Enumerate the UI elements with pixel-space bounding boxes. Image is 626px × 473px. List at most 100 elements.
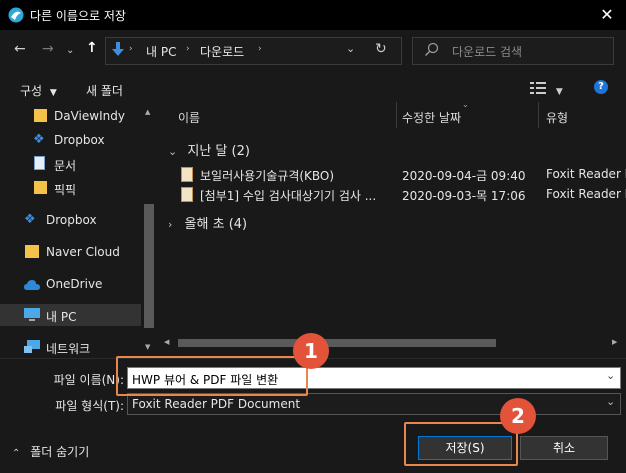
sidebar-item-label: Dropbox [54,133,105,147]
sidebar-item-dropbox-folder[interactable]: ❖ Dropbox [0,129,141,151]
filetype-label: 파일 형식(T): [55,399,124,413]
list-item[interactable]: 보일러사용기술규격(KBO) 2020-09-04-금 09:40 [178,165,568,185]
search-icon [424,42,440,58]
window-title: 다른 이름으로 저장 [30,9,126,23]
column-header-date[interactable]: 수정한 날짜 [402,109,461,126]
chevron-down-icon[interactable]: ⌄ [606,369,615,382]
sidebar-item-daviewindy[interactable]: DaViewIndy [0,105,141,127]
up-button[interactable]: ↑ [86,40,98,56]
filetype-select[interactable]: Foxit Reader PDF Document ⌄ [127,393,621,415]
sidebar-item-label: Dropbox [46,213,97,227]
sidebar-item-documents[interactable]: 문서 [0,153,141,175]
download-folder-icon [111,42,125,58]
group-label: 지난 달 (2) [187,144,250,159]
sidebar-item-label: 픽픽 [54,183,77,197]
sidebar-item-label: 문서 [54,159,77,173]
recent-locations-button[interactable]: ⌄ [66,45,74,56]
computer-icon [24,308,40,325]
chevron-down-icon: ⌄ [346,42,356,55]
cancel-button[interactable]: 취소 [520,436,608,460]
breadcrumb-item-my-pc[interactable]: 내 PC [146,43,176,60]
sort-indicator-icon: ⌄ [462,100,469,109]
list-item[interactable]: [첨부1] 수입 검사대상기기 검사 ... 2020-09-03-목 17:0… [178,185,568,205]
address-dropdown-button[interactable]: ⌄ [346,42,355,55]
breadcrumb-item-downloads[interactable]: 다운로드 [200,43,244,60]
sidebar-item-label: Naver Cloud [46,245,120,259]
organize-label: 구성 [20,84,43,98]
column-header-type[interactable]: 유형 [546,109,568,126]
hide-folders-label: 폴더 숨기기 [30,445,90,459]
filename-label: 파일 이름(N): [53,373,124,387]
chevron-right-icon: › [168,218,173,231]
navigation-pane: DaViewIndy ❖ Dropbox 문서 픽픽 ❖ Dropbox Nav… [0,102,158,358]
step-badge-2: 2 [500,398,536,434]
naver-cloud-folder-icon [25,245,39,258]
file-name: 보일러사용기술규격(KBO) [200,169,335,183]
sidebar-item-label: DaViewIndy [54,109,125,123]
forward-button[interactable]: → [42,41,54,57]
help-icon[interactable]: ? [594,80,608,94]
refresh-button[interactable]: ↻ [375,41,387,57]
search-placeholder: 다운로드 검색 [452,45,523,59]
breadcrumb-sep-icon: › [129,44,133,54]
sidebar-item-label: 네트워크 [46,342,91,356]
file-type: Foxit Reader PDF [546,187,626,201]
chevron-down-icon: ⌄ [66,45,75,56]
sidebar-item-label: 내 PC [46,310,77,324]
arrow-right-icon: → [42,41,54,57]
sidebar-item-my-pc[interactable]: 내 PC [0,304,141,326]
file-list-scrollbar-thumb[interactable] [178,339,496,347]
folder-icon [34,109,47,122]
document-icon [34,156,45,170]
sidebar-item-onedrive[interactable]: OneDrive [0,273,141,295]
breadcrumb-sep-icon: › [258,44,262,54]
network-icon [24,340,40,357]
view-options-button[interactable]: ▼ [530,82,563,97]
close-button[interactable]: ✕ [596,4,618,26]
caret-down-icon: ▼ [555,87,563,97]
chevron-down-icon[interactable]: ⌄ [606,395,615,408]
group-header-early-this-year[interactable]: › 올해 초 (4) [168,213,247,232]
highlight-filename [116,356,308,396]
scroll-left-icon[interactable]: ◀ [164,338,169,346]
arrow-up-icon: ↑ [86,40,98,56]
chevron-down-icon: ⌄ [168,145,178,158]
back-button[interactable]: ← [14,41,26,57]
cloud-icon [24,279,40,293]
sidebar-item-dropbox[interactable]: ❖ Dropbox [0,209,141,231]
group-label: 올해 초 (4) [184,217,248,232]
breadcrumb-sep-icon: › [186,44,190,54]
file-date: 2020-09-03-목 17:06 [402,189,526,203]
scroll-up-icon[interactable]: ▲ [145,108,150,116]
column-separator[interactable] [538,102,539,128]
app-logo-icon [8,7,24,23]
highlight-save [404,422,518,466]
filetype-value: Foxit Reader PDF Document [132,397,301,411]
hide-folders-button[interactable]: ⌃ 폴더 숨기기 [12,443,89,460]
refresh-icon: ↻ [375,41,387,57]
chevron-up-icon: ⌃ [12,448,21,459]
dropbox-icon: ❖ [24,212,36,227]
sidebar-item-network[interactable]: 네트워크 [0,336,141,358]
file-type: Foxit Reader PDF [546,167,626,181]
pdf-file-icon [181,167,193,182]
column-separator[interactable] [396,102,397,128]
scroll-down-icon[interactable]: ▼ [145,343,150,351]
caret-down-icon: ▼ [49,88,57,98]
column-header-name[interactable]: 이름 [178,109,200,126]
close-icon: ✕ [600,5,614,24]
new-folder-button[interactable]: 새 폴더 [86,82,123,99]
details-view-icon [530,82,550,97]
sidebar-item-label: OneDrive [46,277,103,291]
folder-icon [34,181,47,194]
sidebar-item-picpick[interactable]: 픽픽 [0,177,141,199]
group-header-last-month[interactable]: ⌄ 지난 달 (2) [168,140,250,159]
arrow-left-icon: ← [14,41,26,57]
step-badge-1: 1 [293,333,329,369]
pdf-file-icon [181,187,193,202]
dropbox-icon: ❖ [33,132,45,147]
scroll-right-icon[interactable]: ▶ [612,338,617,346]
organize-button[interactable]: 구성 ▼ [20,82,57,99]
sidebar-scrollbar-thumb[interactable] [144,204,154,328]
sidebar-item-naver-cloud[interactable]: Naver Cloud [0,241,141,263]
